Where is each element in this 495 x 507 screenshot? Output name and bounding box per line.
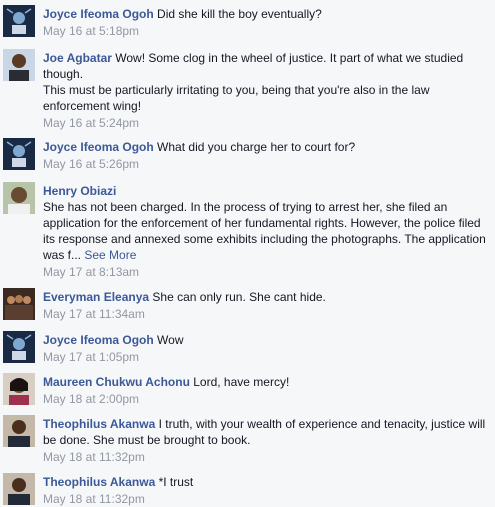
comment-timestamp[interactable]: May 17 at 11:34am <box>43 307 145 321</box>
comment-timestamp[interactable]: May 18 at 2:00pm <box>43 392 139 406</box>
comment-author[interactable]: Joyce Ifeoma Ogoh <box>43 333 154 347</box>
avatar[interactable] <box>3 473 35 505</box>
comment-timestamp[interactable]: May 17 at 1:05pm <box>43 350 139 364</box>
comment-author[interactable]: Henry Obiazi <box>43 184 116 198</box>
comment-author[interactable]: Everyman Eleanya <box>43 290 149 304</box>
see-more-link[interactable]: See More <box>84 248 136 262</box>
comment-timestamp[interactable]: May 18 at 11:32pm <box>43 450 145 464</box>
comment-text-continued: This must be particularly irritating to … <box>43 83 430 113</box>
comment-author[interactable]: Theophilus Akanwa <box>43 475 155 489</box>
comment-text: Did she kill the boy eventually? <box>157 7 322 21</box>
comment-thread: Joyce Ifeoma Ogoh Did she kill the boy e… <box>0 0 495 506</box>
avatar[interactable] <box>3 5 35 37</box>
avatar[interactable] <box>3 138 35 170</box>
comment-author[interactable]: Theophilus Akanwa <box>43 417 155 431</box>
avatar[interactable] <box>3 49 35 81</box>
comment-timestamp[interactable]: May 17 at 8:13am <box>43 265 139 279</box>
avatar[interactable] <box>3 331 35 363</box>
comment-text: Wow <box>157 333 184 347</box>
comment-timestamp[interactable]: May 16 at 5:24pm <box>43 116 139 130</box>
comment-text: What did you charge her to court for? <box>157 140 356 154</box>
comment-text: She can only run. She cant hide. <box>152 290 326 304</box>
comment-author[interactable]: Maureen Chukwu Achonu <box>43 375 190 389</box>
comment-author[interactable]: Joyce Ifeoma Ogoh <box>43 7 154 21</box>
comment-timestamp[interactable]: May 16 at 5:18pm <box>43 24 139 38</box>
comment-text: Lord, have mercy! <box>193 375 290 389</box>
avatar[interactable] <box>3 182 35 214</box>
comment-author[interactable]: Joe Agbatar <box>43 51 112 65</box>
comment-text: *I trust <box>158 475 194 489</box>
avatar[interactable] <box>3 373 35 405</box>
comment-timestamp[interactable]: May 16 at 5:26pm <box>43 157 139 171</box>
avatar[interactable] <box>3 288 35 320</box>
avatar[interactable] <box>3 415 35 447</box>
comment-author[interactable]: Joyce Ifeoma Ogoh <box>43 140 154 154</box>
